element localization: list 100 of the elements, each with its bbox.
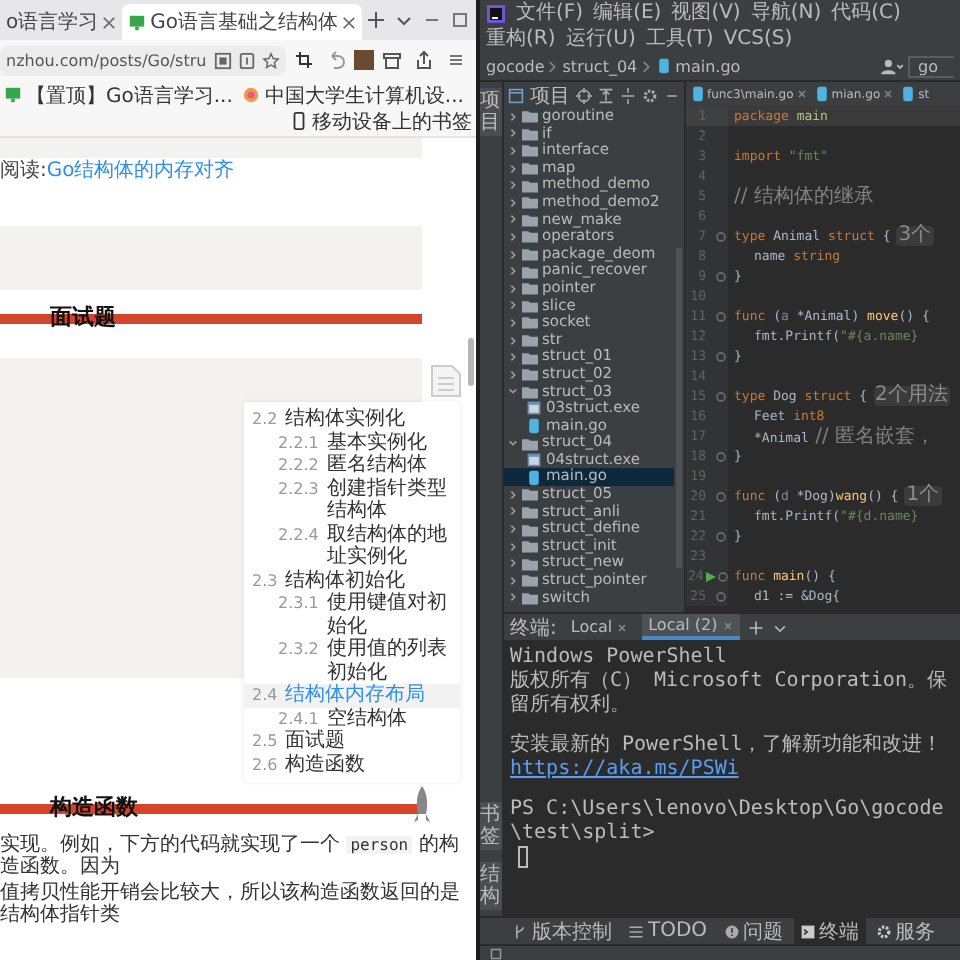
fold-icon[interactable]: [716, 311, 726, 321]
chevron-icon[interactable]: [508, 249, 518, 260]
terminal-tab[interactable]: Local: [564, 614, 635, 640]
chevron-icon[interactable]: [508, 266, 518, 277]
toc-link[interactable]: 2.5 面试题: [244, 730, 460, 753]
chevron-icon[interactable]: [508, 592, 518, 603]
tool-window-button[interactable]: 结构: [480, 862, 502, 910]
menu-item[interactable]: 重构(R): [486, 26, 556, 52]
run-icon[interactable]: [705, 571, 716, 581]
toc-link[interactable]: 2.3.2 使用值的列表初始化: [244, 638, 460, 684]
bookmark-link[interactable]: 中国大学生计算机设...: [242, 82, 464, 108]
settings-icon[interactable]: [642, 87, 658, 103]
toc-link[interactable]: 2.4 结构体内存布局: [244, 684, 460, 707]
toc-link[interactable]: 2.4.1 空结构体: [244, 707, 460, 730]
chevron-icon[interactable]: [508, 352, 518, 363]
terminal-link[interactable]: https://aka.ms/PSWi: [510, 758, 739, 780]
chevron-icon[interactable]: [508, 180, 518, 191]
chevron-icon[interactable]: [508, 524, 518, 535]
usage-hint[interactable]: 3个: [896, 226, 934, 246]
user-icon[interactable]: [880, 57, 905, 75]
fold-icon[interactable]: [716, 531, 726, 541]
fold-icon[interactable]: [716, 271, 726, 281]
usage-hint[interactable]: 2个用法: [873, 386, 950, 406]
terminal-tab[interactable]: Local (2): [642, 614, 740, 640]
menu-item[interactable]: 工具(T): [645, 26, 714, 52]
address-field[interactable]: nzhou.com/posts/Go/stru: [0, 45, 286, 75]
toc-link[interactable]: 2.2.4 取结构体的地址实例化: [244, 523, 460, 569]
chevron-icon[interactable]: [508, 128, 518, 139]
menu-item[interactable]: 导航(N): [750, 0, 822, 26]
close-icon[interactable]: [616, 621, 629, 633]
bookmark-link[interactable]: 【置顶】Go语言学习...: [4, 82, 233, 108]
fold-icon[interactable]: [716, 351, 726, 361]
project-tool-button[interactable]: 项目: [480, 88, 502, 136]
close-icon[interactable]: [795, 88, 808, 100]
run-config-dropdown[interactable]: go: [908, 55, 954, 77]
chevron-icon[interactable]: [508, 335, 518, 346]
article-link[interactable]: Go结构体的内存对齐: [46, 160, 235, 182]
toc-link[interactable]: 2.3 结构体初始化: [244, 569, 460, 592]
maximize-icon[interactable]: [450, 10, 470, 30]
reader-icon[interactable]: [238, 51, 256, 69]
chevron-icon[interactable]: [508, 438, 518, 449]
close-icon[interactable]: [882, 88, 895, 100]
tool-window-tab[interactable]: 问题: [717, 918, 790, 944]
qr-code-icon[interactable]: [214, 51, 232, 69]
add-icon[interactable]: [747, 619, 764, 635]
tool-window-tab[interactable]: 服务: [869, 918, 942, 944]
menu-item[interactable]: VCS(S): [723, 26, 793, 52]
fold-icon[interactable]: [716, 451, 726, 461]
tool-window-button[interactable]: 书签: [480, 802, 502, 850]
chevron-icon[interactable]: [508, 317, 518, 328]
toc-link[interactable]: 2.3.1 使用键值对初始化: [244, 592, 460, 638]
chevron-icon[interactable]: [508, 369, 518, 380]
store-icon[interactable]: [382, 50, 402, 70]
menu-item[interactable]: 视图(V): [671, 0, 741, 26]
chevron-icon[interactable]: [508, 575, 518, 586]
undo-icon[interactable]: [326, 50, 346, 70]
tool-window-tab[interactable]: TODO: [622, 918, 714, 944]
expand-icon[interactable]: [620, 87, 636, 103]
chevron-icon[interactable]: [508, 489, 518, 500]
fold-icon[interactable]: [716, 491, 726, 501]
collapse-icon[interactable]: [598, 87, 614, 103]
share-icon[interactable]: [414, 50, 434, 70]
star-icon[interactable]: [262, 51, 280, 69]
chevron-icon[interactable]: [508, 541, 518, 552]
chevron-icon[interactable]: [508, 283, 518, 294]
close-icon[interactable]: [342, 15, 356, 29]
browser-tab[interactable]: Go语言基础之结构体: [122, 4, 362, 40]
menu-item[interactable]: 代码(C): [831, 0, 901, 26]
tool-window-tab[interactable]: 终端: [793, 918, 866, 944]
target-icon[interactable]: [576, 87, 592, 103]
toc-link[interactable]: 2.2.1 基本实例化: [244, 431, 460, 454]
breadcrumb-item[interactable]: main.go: [675, 57, 741, 75]
chevron-icon[interactable]: [508, 163, 518, 174]
usage-hint[interactable]: 1个: [904, 486, 942, 506]
menu-item[interactable]: 编辑(E): [593, 0, 662, 26]
menu-icon[interactable]: [446, 50, 466, 70]
scrollbar-thumb[interactable]: [468, 338, 474, 386]
menu-item[interactable]: 文件(F): [516, 0, 584, 26]
fold-icon[interactable]: [716, 231, 726, 241]
chevron-icon[interactable]: [508, 386, 518, 397]
chevron-icon[interactable]: [508, 111, 518, 122]
chevron-icon[interactable]: [508, 231, 518, 242]
toc-link[interactable]: 2.2 结构体实例化: [244, 408, 460, 431]
chevron-icon[interactable]: [508, 145, 518, 156]
mobile-bookmarks-link[interactable]: 移动设备上的书签: [290, 108, 472, 134]
rocket-icon[interactable]: [412, 786, 432, 826]
new-tab-icon[interactable]: [366, 10, 386, 30]
menu-item[interactable]: 运行(U): [565, 26, 636, 52]
chevron-icon[interactable]: [508, 197, 518, 208]
chevron-icon[interactable]: [508, 558, 518, 569]
chevron-icon[interactable]: [508, 214, 518, 225]
breadcrumb-item[interactable]: gocode: [486, 57, 545, 75]
tool-window-tab[interactable]: 版本控制: [506, 918, 618, 944]
fold-icon[interactable]: [716, 391, 726, 401]
toc-link[interactable]: 2.2.2 匿名结构体: [244, 454, 460, 477]
chevron-icon[interactable]: [508, 506, 518, 517]
breadcrumb-item[interactable]: struct_04: [562, 57, 638, 75]
close-icon[interactable]: [721, 619, 734, 631]
crop-icon[interactable]: [294, 50, 314, 70]
toc-link[interactable]: 2.2.3 创建指针类型结构体: [244, 477, 460, 523]
